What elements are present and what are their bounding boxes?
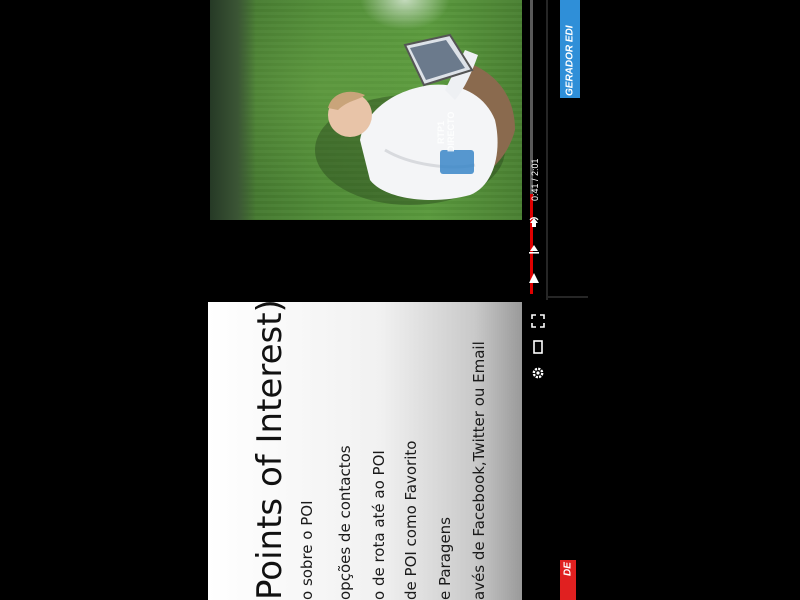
- slide-bullet: e Paragens: [436, 517, 454, 600]
- channel-label: RTP1 DIRECTO: [436, 111, 456, 152]
- slide-bullet: o de rota até ao POI: [370, 450, 388, 600]
- volume-icon[interactable]: [524, 214, 544, 230]
- settings-gear-icon[interactable]: [528, 364, 548, 382]
- slide-bullet: avés de Facebook,Twitter ou Email: [470, 341, 488, 600]
- video-player-top[interactable]: RTP1 DIRECTO 0:41 / 2:01: [208, 0, 548, 298]
- slide-bullet: de POI como Favorito: [402, 440, 420, 600]
- panel-divider-horizontal: [548, 296, 588, 298]
- side-tag-bottom: DE: [560, 560, 576, 600]
- slide-bullet: opções de contactos: [336, 445, 354, 600]
- person-with-laptop: [315, 33, 515, 205]
- panel-divider: [546, 0, 548, 300]
- video-frame[interactable]: RTP1 DIRECTO: [210, 0, 522, 220]
- fullscreen-icon[interactable]: [528, 312, 548, 330]
- slide-title: Points of Interest): [250, 299, 290, 600]
- skip-next-icon[interactable]: [524, 240, 544, 256]
- slide-bullet: o sobre o POI: [298, 500, 316, 600]
- theater-mode-icon[interactable]: [528, 338, 548, 356]
- player-controls-top: 0:41 / 2:01: [520, 0, 548, 298]
- time-display: 0:41 / 2:01: [530, 158, 540, 202]
- player-controls-bottom: [522, 302, 554, 600]
- screen: RTP1 DIRECTO 0:41 / 2:01 GERADOR EDI DE …: [0, 0, 800, 600]
- channel-logo: [440, 150, 474, 174]
- play-icon[interactable]: [524, 270, 544, 286]
- side-tag-top: GERADOR EDI: [560, 0, 580, 98]
